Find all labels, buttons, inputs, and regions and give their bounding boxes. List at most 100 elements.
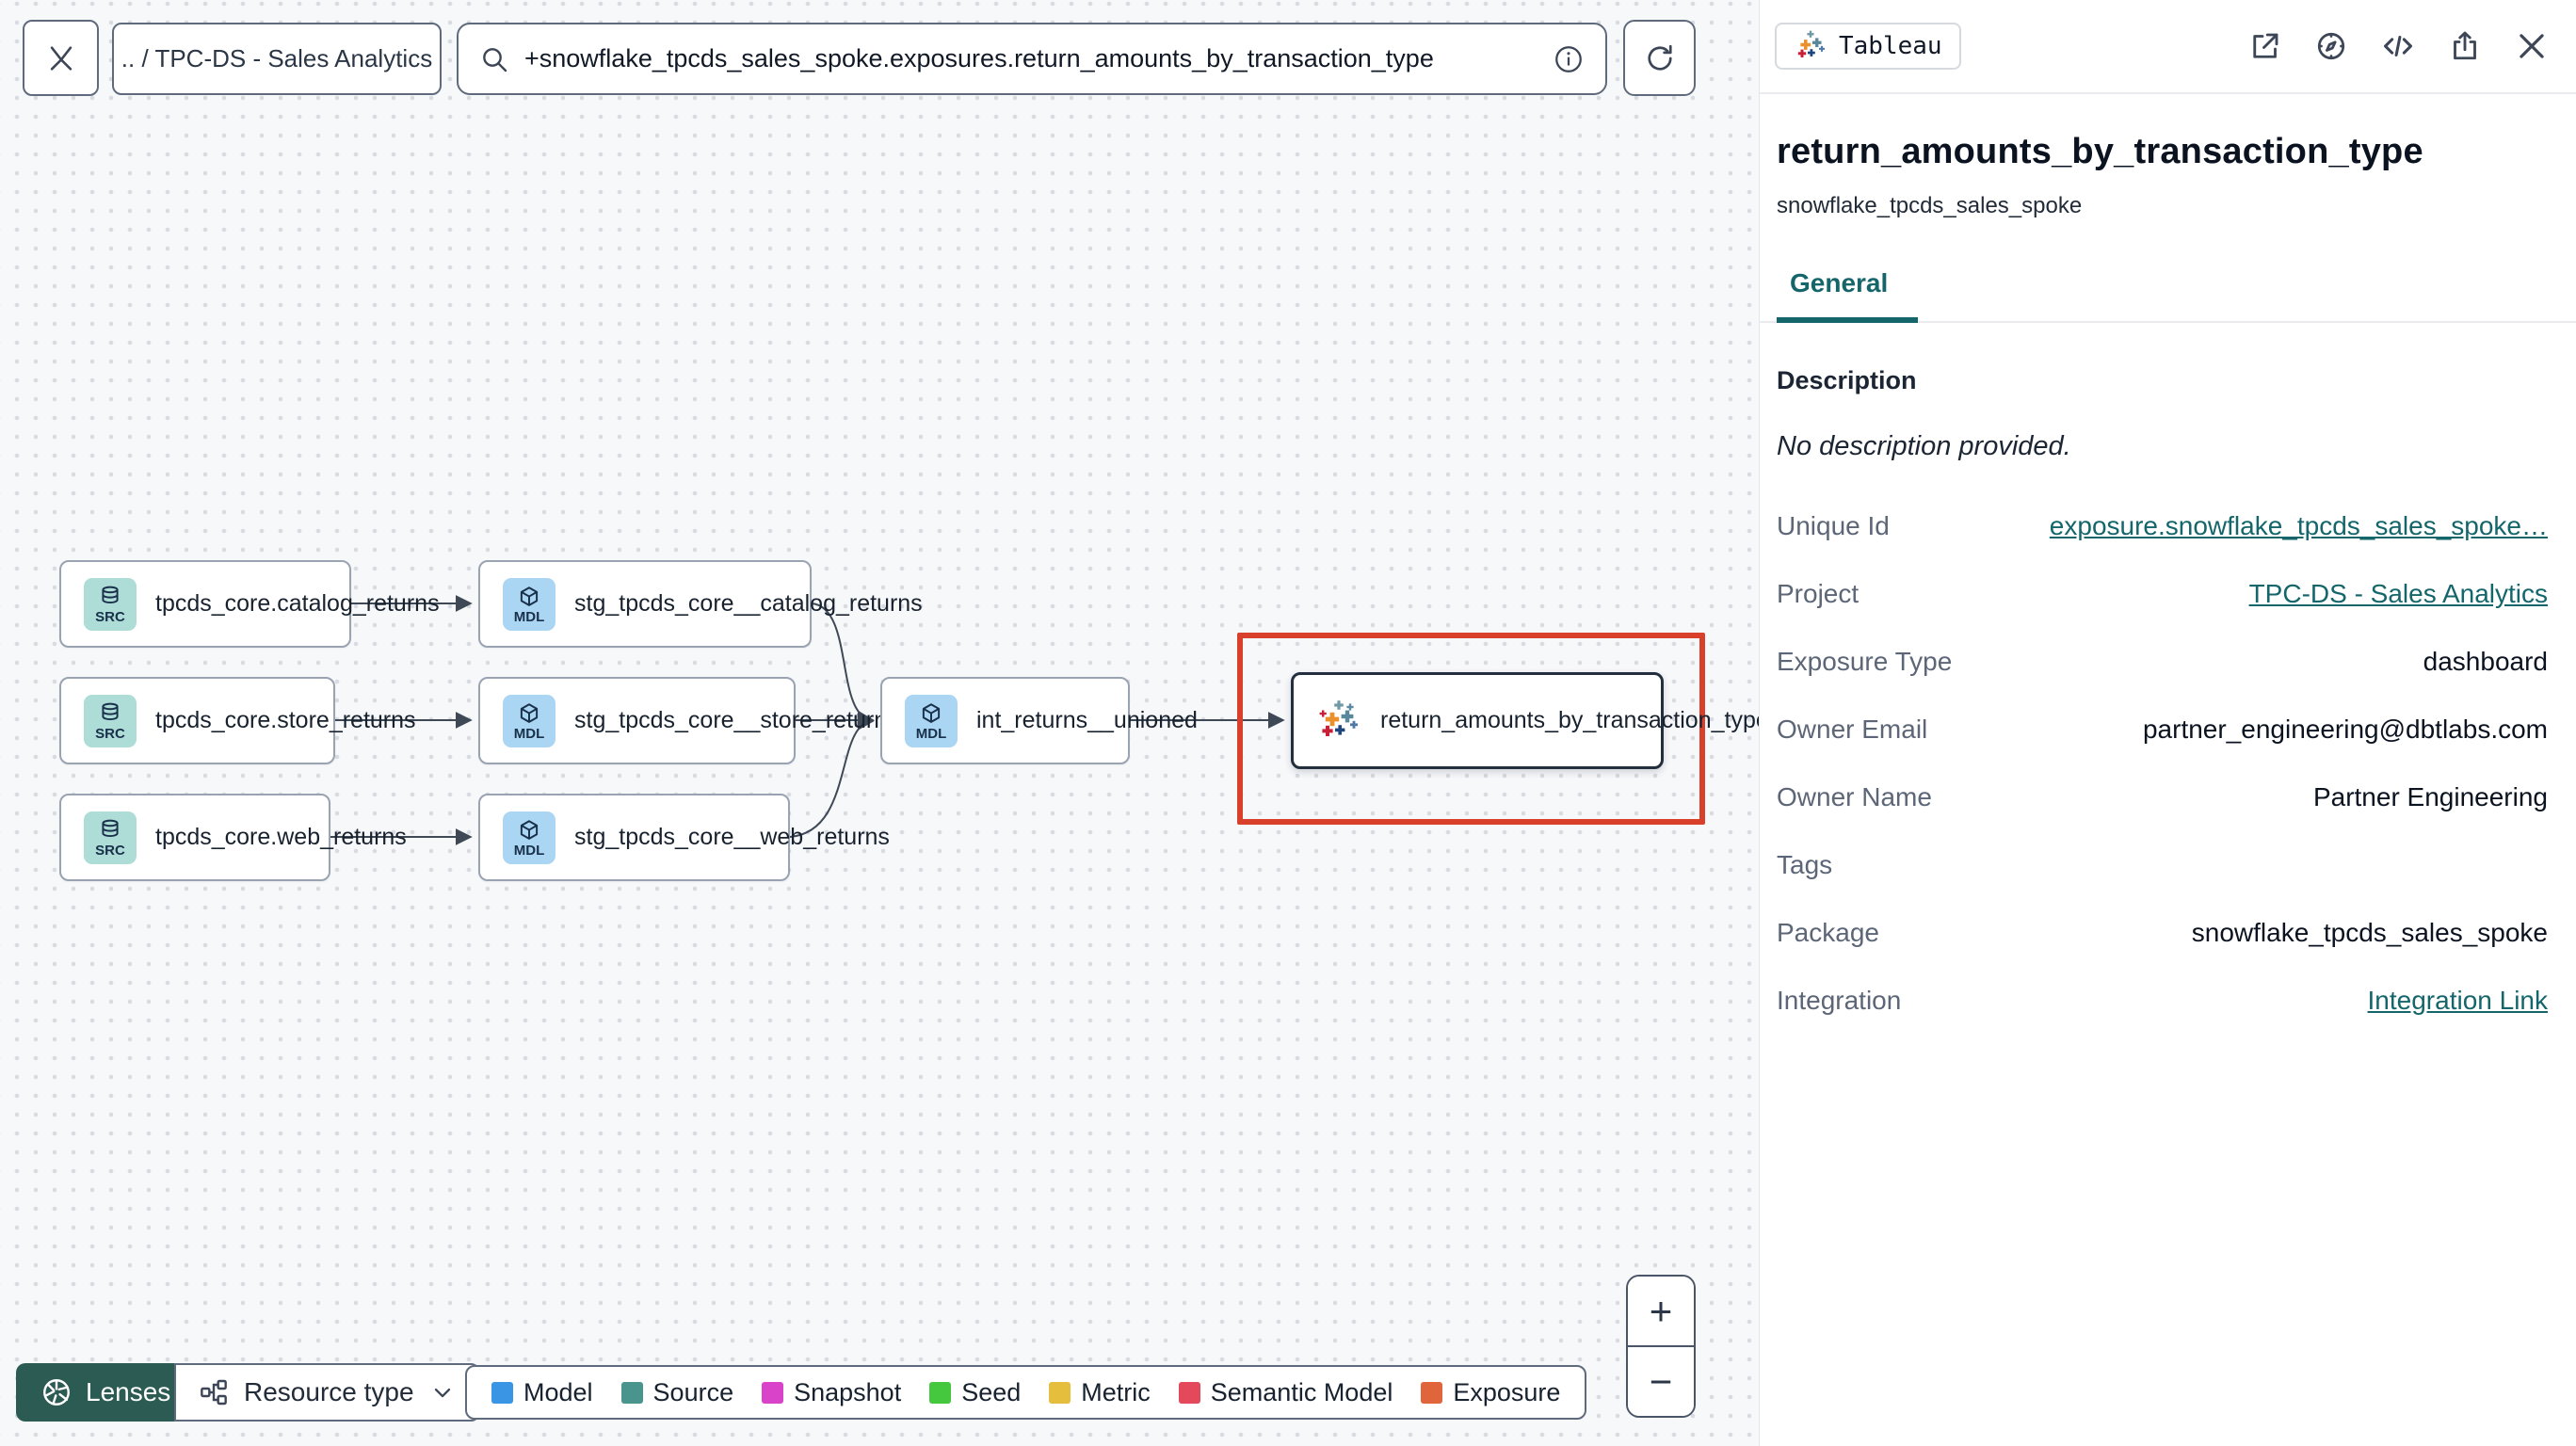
search-icon bbox=[479, 44, 509, 74]
integration-link[interactable]: Integration Link bbox=[2368, 986, 2548, 1016]
details-fields: Unique Id exposure.snowflake_tpcds_sales… bbox=[1777, 511, 2548, 1016]
cube-icon bbox=[517, 701, 541, 726]
close-panel-icon[interactable] bbox=[2514, 28, 2550, 64]
node-model-stg-store-returns[interactable]: MDL stg_tpcds_core__store_returns bbox=[478, 677, 899, 764]
hierarchy-icon bbox=[199, 1377, 229, 1407]
panel-title-block: return_amounts_by_transaction_type snowf… bbox=[1760, 94, 2576, 219]
details-panel-header: Tableau bbox=[1760, 0, 2576, 94]
field-row-owner-email: Owner Email partner_engineering@dbtlabs.… bbox=[1777, 715, 2548, 744]
legend-item-source: Source bbox=[620, 1378, 733, 1407]
legend-chip bbox=[1421, 1381, 1443, 1404]
exposure-type-value: dashboard bbox=[2423, 647, 2548, 676]
source-badge: SRC bbox=[84, 577, 137, 631]
cube-icon bbox=[517, 818, 541, 843]
panel-header-actions bbox=[2248, 28, 2550, 64]
share-icon[interactable] bbox=[2448, 29, 2482, 63]
database-icon bbox=[98, 585, 122, 609]
node-source-store-returns[interactable]: SRC tpcds_core.store_returns bbox=[59, 677, 416, 764]
legend-chip bbox=[491, 1381, 513, 1404]
package-subtitle: snowflake_tpcds_sales_spoke bbox=[1777, 193, 2083, 218]
legend-chip bbox=[762, 1381, 784, 1404]
model-badge: MDL bbox=[503, 577, 555, 631]
resource-type-legend: Model Source Snapshot Seed Metric Semant… bbox=[465, 1365, 1587, 1420]
external-link-icon[interactable] bbox=[2248, 29, 2282, 63]
model-badge: MDL bbox=[503, 694, 555, 747]
node-label: stg_tpcds_core__store_returns bbox=[574, 707, 899, 733]
lineage-search[interactable] bbox=[457, 23, 1607, 95]
database-icon bbox=[98, 701, 122, 726]
field-row-unique-id: Unique Id exposure.snowflake_tpcds_sales… bbox=[1777, 511, 2548, 541]
aperture-icon bbox=[40, 1376, 72, 1408]
tableau-badge[interactable]: Tableau bbox=[1775, 23, 1961, 70]
source-badge: SRC bbox=[84, 694, 137, 747]
package-value: snowflake_tpcds_sales_spoke bbox=[2191, 918, 2548, 947]
zoom-in-button[interactable]: + bbox=[1628, 1277, 1694, 1347]
model-badge: MDL bbox=[905, 694, 958, 747]
resource-type-dropdown[interactable]: Resource type bbox=[174, 1363, 480, 1422]
model-badge: MDL bbox=[503, 811, 555, 864]
node-source-catalog-returns[interactable]: SRC tpcds_core.catalog_returns bbox=[59, 560, 440, 648]
legend-chip bbox=[1178, 1381, 1200, 1404]
database-icon bbox=[98, 818, 122, 843]
close-lineage-button[interactable] bbox=[23, 20, 99, 96]
node-label: tpcds_core.catalog_returns bbox=[155, 590, 440, 617]
chevron-down-icon bbox=[429, 1379, 456, 1406]
node-label: stg_tpcds_core__catalog_returns bbox=[574, 590, 923, 617]
refresh-lineage-button[interactable] bbox=[1623, 20, 1696, 96]
node-model-stg-web-returns[interactable]: MDL stg_tpcds_core__web_returns bbox=[478, 794, 890, 881]
legend-chip bbox=[620, 1381, 643, 1404]
node-label: tpcds_core.store_returns bbox=[155, 707, 416, 733]
project-link[interactable]: TPC-DS - Sales Analytics bbox=[2249, 579, 2548, 609]
info-icon[interactable] bbox=[1553, 43, 1585, 75]
legend-item-exposure: Exposure bbox=[1421, 1378, 1560, 1407]
legend-chip bbox=[1049, 1381, 1071, 1404]
node-exposure-return-amounts[interactable]: return_amounts_by_transaction_type bbox=[1291, 672, 1769, 769]
field-row-exposure-type: Exposure Type dashboard bbox=[1777, 647, 2548, 676]
field-row-project: Project TPC-DS - Sales Analytics bbox=[1777, 579, 2548, 609]
tab-general[interactable]: General bbox=[1777, 268, 1919, 323]
owner-name-value: Partner Engineering bbox=[2312, 782, 2548, 811]
page-title: return_amounts_by_transaction_type bbox=[1777, 132, 2423, 171]
zoom-out-button[interactable]: − bbox=[1628, 1347, 1694, 1416]
description-value: No description provided. bbox=[1777, 431, 2071, 461]
field-row-owner-name: Owner Name Partner Engineering bbox=[1777, 782, 2548, 811]
lineage-canvas[interactable]: .. / TPC-DS - Sales Analytics +snowflake… bbox=[0, 0, 1769, 1446]
dbt-explorer-lineage-app: .. / TPC-DS - Sales Analytics +snowflake… bbox=[0, 0, 2576, 1446]
tableau-badge-label: Tableau bbox=[1839, 32, 1942, 60]
legend-chip bbox=[929, 1381, 952, 1404]
close-icon bbox=[45, 42, 77, 74]
panel-tabs: General bbox=[1760, 268, 2576, 323]
refresh-icon bbox=[1643, 41, 1677, 75]
panel-body: Description No description provided. Uni… bbox=[1760, 323, 2576, 1016]
node-model-int-returns-unioned[interactable]: MDL int_returns__unioned bbox=[880, 677, 1198, 764]
node-label: int_returns__unioned bbox=[976, 707, 1198, 733]
cube-icon bbox=[517, 585, 541, 609]
search-input[interactable] bbox=[524, 44, 1538, 73]
legend-item-snapshot: Snapshot bbox=[762, 1378, 901, 1407]
owner-email-value: partner_engineering@dbtlabs.com bbox=[2142, 715, 2548, 744]
legend-item-model: Model bbox=[491, 1378, 593, 1407]
legend-item-metric: Metric bbox=[1049, 1378, 1151, 1407]
resource-type-label: Resource type bbox=[244, 1377, 414, 1406]
node-model-stg-catalog-returns[interactable]: MDL stg_tpcds_core__catalog_returns bbox=[478, 560, 923, 648]
field-row-tags: Tags bbox=[1777, 850, 1833, 879]
zoom-controls: + − bbox=[1626, 1275, 1696, 1418]
tableau-logo-icon bbox=[1316, 699, 1361, 744]
breadcrumb[interactable]: .. / TPC-DS - Sales Analytics bbox=[112, 23, 442, 95]
node-label: stg_tpcds_core__web_returns bbox=[574, 824, 890, 850]
lenses-button[interactable]: Lenses bbox=[16, 1363, 196, 1422]
description-label: Description bbox=[1777, 366, 1917, 394]
lenses-label: Lenses bbox=[86, 1377, 171, 1406]
compass-icon[interactable] bbox=[2314, 29, 2348, 63]
tableau-logo-icon bbox=[1794, 29, 1827, 63]
code-icon[interactable] bbox=[2380, 28, 2416, 64]
unique-id-link[interactable]: exposure.snowflake_tpcds_sales_spoke… bbox=[2050, 511, 2548, 541]
breadcrumb-label: .. / TPC-DS - Sales Analytics bbox=[121, 44, 433, 72]
node-label: return_amounts_by_transaction_type bbox=[1380, 707, 1769, 733]
details-panel: Tableau return_amounts_by_transaction_ty… bbox=[1759, 0, 2576, 1446]
node-label: tpcds_core.web_returns bbox=[155, 824, 407, 850]
legend-item-semantic-model: Semantic Model bbox=[1178, 1378, 1393, 1407]
node-source-web-returns[interactable]: SRC tpcds_core.web_returns bbox=[59, 794, 407, 881]
field-row-integration: Integration Integration Link bbox=[1777, 986, 2548, 1016]
cube-icon bbox=[919, 701, 943, 726]
